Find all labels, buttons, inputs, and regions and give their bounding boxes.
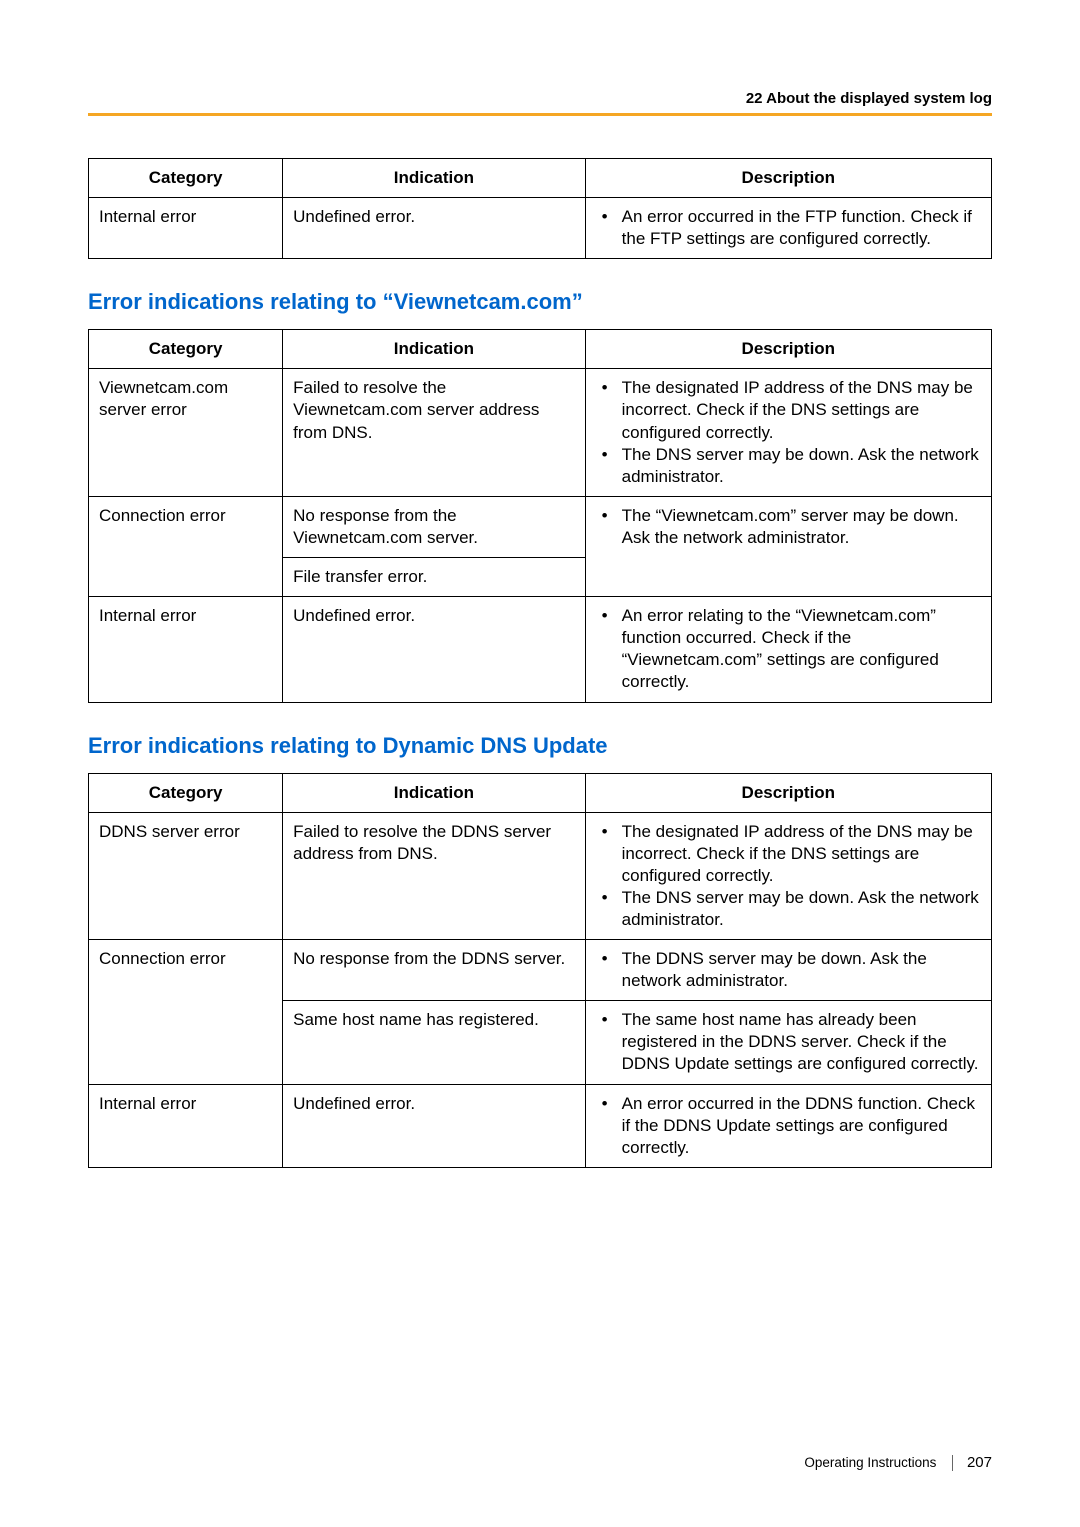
th-category: Category	[89, 159, 283, 198]
desc-item: The same host name has already been regi…	[596, 1009, 981, 1075]
footer-page-number: 207	[967, 1454, 992, 1471]
table-row: DDNS server error Failed to resolve the …	[89, 812, 992, 939]
td-description: The designated IP address of the DNS may…	[585, 812, 991, 939]
td-category: Internal error	[89, 1084, 283, 1167]
desc-item: The “Viewnetcam.com” server may be down.…	[596, 505, 981, 549]
td-category: Viewnetcam.com server error	[89, 369, 283, 496]
table-header-row: Category Indication Description	[89, 159, 992, 198]
table-row: Internal error Undefined error. An error…	[89, 597, 992, 702]
td-indication: Same host name has registered.	[283, 1001, 586, 1084]
desc-item: The DNS server may be down. Ask the netw…	[596, 887, 981, 931]
td-category: Internal error	[89, 597, 283, 702]
desc-item: The DDNS server may be down. Ask the net…	[596, 948, 981, 992]
td-indication: No response from the Viewnetcam.com serv…	[283, 496, 586, 557]
footer-divider	[952, 1455, 953, 1471]
table-row: Internal error Undefined error. An error…	[89, 198, 992, 259]
footer-label: Operating Instructions	[804, 1455, 936, 1470]
td-indication: Undefined error.	[283, 597, 586, 702]
desc-item: An error occurred in the FTP function. C…	[596, 206, 981, 250]
td-description: An error relating to the “Viewnetcam.com…	[585, 597, 991, 702]
table-row: Viewnetcam.com server error Failed to re…	[89, 369, 992, 496]
desc-item: An error relating to the “Viewnetcam.com…	[596, 605, 981, 693]
td-indication: No response from the DDNS server.	[283, 940, 586, 1001]
td-indication: Undefined error.	[283, 198, 586, 259]
section-heading-viewnetcam: Error indications relating to “Viewnetca…	[88, 289, 992, 315]
table-row: Internal error Undefined error. An error…	[89, 1084, 992, 1167]
td-indication: Failed to resolve the Viewnetcam.com ser…	[283, 369, 586, 496]
page-content: 22 About the displayed system log Catego…	[0, 0, 1080, 1168]
table-ftp-errors: Category Indication Description Internal…	[88, 158, 992, 259]
td-indication: Failed to resolve the DDNS server addres…	[283, 812, 586, 939]
th-indication: Indication	[283, 159, 586, 198]
td-indication: File transfer error.	[283, 558, 586, 597]
page-footer: Operating Instructions 207	[804, 1454, 992, 1471]
th-description: Description	[585, 773, 991, 812]
td-description: The DDNS server may be down. Ask the net…	[585, 940, 991, 1001]
th-description: Description	[585, 330, 991, 369]
td-category: Connection error	[89, 940, 283, 1084]
th-indication: Indication	[283, 773, 586, 812]
th-category: Category	[89, 773, 283, 812]
td-category: DDNS server error	[89, 812, 283, 939]
desc-item: The designated IP address of the DNS may…	[596, 821, 981, 887]
table-header-row: Category Indication Description	[89, 773, 992, 812]
th-indication: Indication	[283, 330, 586, 369]
th-category: Category	[89, 330, 283, 369]
desc-item: The DNS server may be down. Ask the netw…	[596, 444, 981, 488]
th-description: Description	[585, 159, 991, 198]
td-category: Connection error	[89, 496, 283, 596]
page-header-title: 22 About the displayed system log	[88, 90, 992, 107]
desc-item: An error occurred in the DDNS function. …	[596, 1093, 981, 1159]
desc-item: The designated IP address of the DNS may…	[596, 377, 981, 443]
td-indication: Undefined error.	[283, 1084, 586, 1167]
table-viewnetcam-errors: Category Indication Description Viewnetc…	[88, 329, 992, 702]
table-ddns-errors: Category Indication Description DDNS ser…	[88, 773, 992, 1168]
table-row: Connection error No response from the Vi…	[89, 496, 992, 557]
td-description: An error occurred in the DDNS function. …	[585, 1084, 991, 1167]
section-heading-ddns: Error indications relating to Dynamic DN…	[88, 733, 992, 759]
header-divider	[88, 113, 992, 116]
td-description: The same host name has already been regi…	[585, 1001, 991, 1084]
td-description: The “Viewnetcam.com” server may be down.…	[585, 496, 991, 596]
table-row: Connection error No response from the DD…	[89, 940, 992, 1001]
td-category: Internal error	[89, 198, 283, 259]
td-description: An error occurred in the FTP function. C…	[585, 198, 991, 259]
td-description: The designated IP address of the DNS may…	[585, 369, 991, 496]
table-header-row: Category Indication Description	[89, 330, 992, 369]
